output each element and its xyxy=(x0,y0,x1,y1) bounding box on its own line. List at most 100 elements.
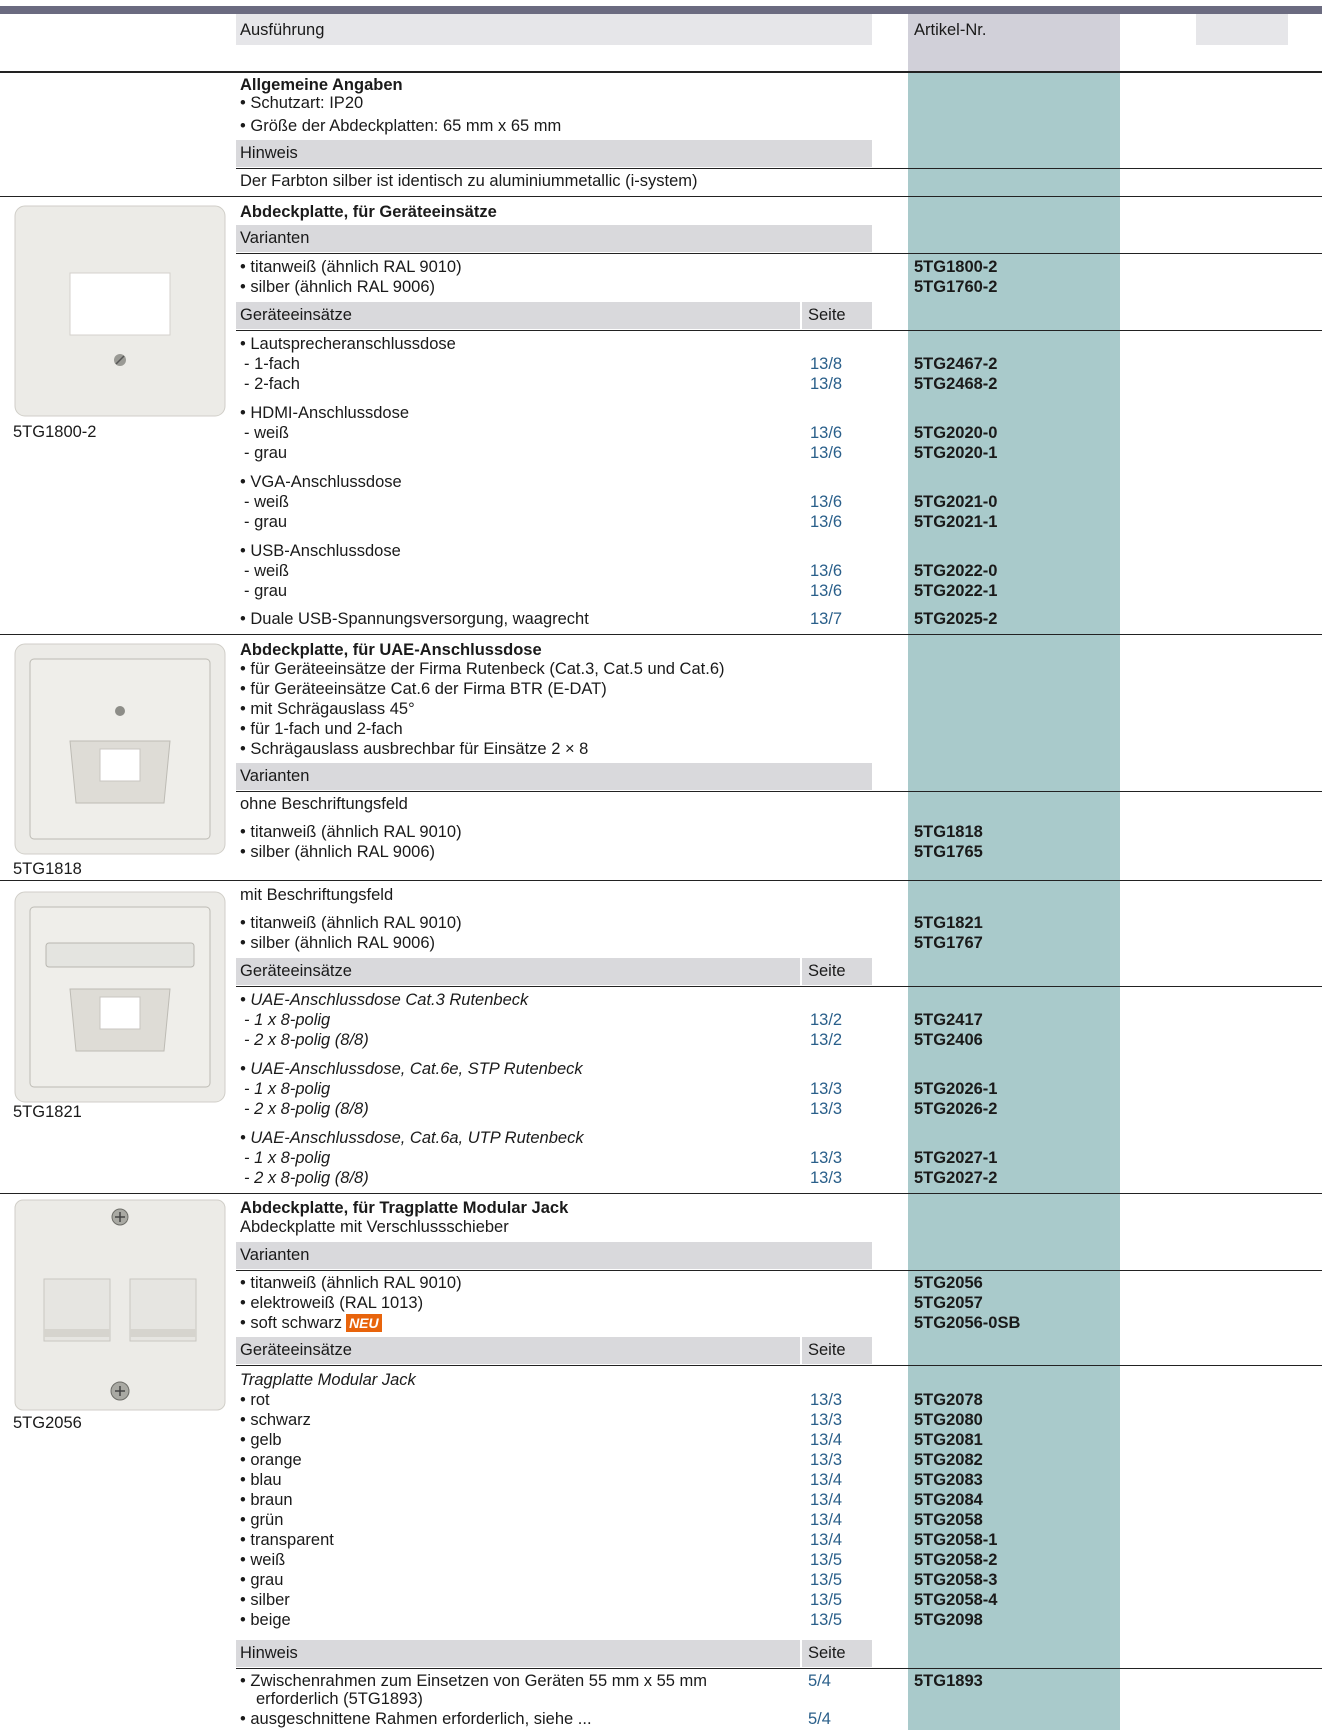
article-number: 5TG2058-4 xyxy=(914,1591,998,1609)
subheading: ohne Beschriftungsfeld xyxy=(240,795,408,813)
cover-plate-image-5TG1800-2 xyxy=(14,205,226,417)
seite-link[interactable]: 13/5 xyxy=(810,1571,842,1590)
article-number: 5TG2022-0 xyxy=(914,562,998,580)
seite-link[interactable]: 13/6 xyxy=(810,424,842,443)
article-number: 5TG2417 xyxy=(914,1011,983,1029)
seite-link[interactable]: 13/3 xyxy=(810,1080,842,1099)
new-badge: NEU xyxy=(346,1314,382,1332)
seite-link[interactable]: 13/8 xyxy=(810,375,842,394)
seite-link[interactable]: 13/3 xyxy=(810,1169,842,1188)
seite-label: Seite xyxy=(808,962,846,980)
variant-text: • soft schwarz xyxy=(240,1314,343,1332)
article-number: 5TG2027-1 xyxy=(914,1149,998,1167)
varianten-label: Varianten xyxy=(240,1246,310,1264)
divider xyxy=(236,253,1322,254)
varianten-label: Varianten xyxy=(240,767,310,785)
seite-link[interactable]: 13/4 xyxy=(810,1511,842,1530)
feature-bullet: • für Geräteeinsätze Cat.6 der Firma BTR… xyxy=(240,680,607,698)
seite-link[interactable]: 13/6 xyxy=(810,513,842,532)
general-bullet: • Größe der Abdeckplatten: 65 mm x 65 mm xyxy=(240,117,562,135)
row-text: • Duale USB-Spannungsversorgung, waagrec… xyxy=(240,610,589,628)
seite-link[interactable]: 13/4 xyxy=(810,1491,842,1510)
seite-link[interactable]: 13/5 xyxy=(810,1591,842,1610)
variant-text: • titanweiß (ähnlich RAL 9010) xyxy=(240,258,462,276)
article-number: 5TG2020-1 xyxy=(914,444,998,462)
seite-link[interactable]: 13/4 xyxy=(810,1471,842,1490)
seite-link[interactable]: 13/5 xyxy=(810,1611,842,1630)
einsaetze-bar: Geräteeinsätze xyxy=(236,302,800,329)
row-text: - weiß xyxy=(244,493,289,511)
group-head: • UAE-Anschlussdose Cat.3 Rutenbeck xyxy=(240,991,529,1009)
seite-link[interactable]: 13/6 xyxy=(810,582,842,601)
varianten-bar: Varianten xyxy=(236,763,872,790)
seite-link[interactable]: 5/4 xyxy=(808,1672,831,1691)
general-hinweis-label: Hinweis xyxy=(240,144,298,162)
varianten-bar: Varianten xyxy=(236,1242,872,1269)
varianten-bar: Varianten xyxy=(236,225,872,252)
variant-text: • silber (ähnlich RAL 9006) xyxy=(240,934,436,952)
divider xyxy=(0,634,1322,635)
article-number: 5TG2081 xyxy=(914,1431,983,1449)
section-subtitle: Abdeckplatte mit Verschlussschieber xyxy=(240,1218,509,1236)
seite-bar: Seite xyxy=(802,958,872,985)
variant-text: • elektroweiß (RAL 1013) xyxy=(240,1294,424,1312)
divider xyxy=(0,1193,1322,1194)
seite-link[interactable]: 13/6 xyxy=(810,444,842,463)
seite-label: Seite xyxy=(808,1644,846,1662)
header-ausfuehrung: Ausführung xyxy=(240,21,325,39)
row-text: • transparent xyxy=(240,1531,334,1549)
divider xyxy=(236,1270,1322,1271)
seite-link[interactable]: 5/4 xyxy=(808,1710,831,1729)
image-label: 5TG1818 xyxy=(13,860,82,878)
seite-link[interactable]: 13/3 xyxy=(810,1100,842,1119)
seite-link[interactable]: 13/3 xyxy=(810,1411,842,1430)
feature-bullet: • mit Schrägauslass 45° xyxy=(240,700,415,718)
seite-link[interactable]: 13/4 xyxy=(810,1531,842,1550)
seite-link[interactable]: 13/7 xyxy=(810,610,842,629)
note-text: erforderlich (5TG1893) xyxy=(256,1690,423,1708)
article-number: 5TG2020-0 xyxy=(914,424,998,442)
seite-bar: Seite xyxy=(802,1640,872,1667)
seite-link[interactable]: 13/5 xyxy=(810,1551,842,1570)
seite-link[interactable]: 13/3 xyxy=(810,1149,842,1168)
uae-plate-label-image-5TG1821 xyxy=(14,891,226,1103)
seite-link[interactable]: 13/3 xyxy=(810,1451,842,1470)
article-number: 5TG1760-2 xyxy=(914,278,998,296)
article-number: 5TG2027-2 xyxy=(914,1169,998,1187)
general-hinweis-bar: Hinweis xyxy=(236,140,872,167)
row-text: • orange xyxy=(240,1451,302,1469)
divider xyxy=(0,196,1322,197)
header-blank-cell xyxy=(1196,14,1288,45)
row-text: - grau xyxy=(244,582,288,600)
divider xyxy=(236,1668,1322,1669)
row-text: • gelb xyxy=(240,1431,282,1449)
seite-link[interactable]: 13/6 xyxy=(810,562,842,581)
article-number: 5TG2467-2 xyxy=(914,355,998,373)
divider xyxy=(236,168,1322,169)
article-number: 5TG2080 xyxy=(914,1411,983,1429)
einsaetze-label: Geräteeinsätze xyxy=(240,1341,352,1359)
seite-link[interactable]: 13/8 xyxy=(810,355,842,374)
hinweis-bar: Hinweis xyxy=(236,1640,800,1667)
seite-link[interactable]: 13/2 xyxy=(810,1031,842,1050)
article-number: 5TG1893 xyxy=(914,1672,983,1690)
seite-label: Seite xyxy=(808,306,846,324)
article-number: 5TG2025-2 xyxy=(914,610,998,628)
group-head: • UAE-Anschlussdose, Cat.6e, STP Rutenbe… xyxy=(240,1060,583,1078)
image-label: 5TG1800-2 xyxy=(13,423,97,441)
seite-bar: Seite xyxy=(802,1337,872,1364)
article-number: 5TG1821 xyxy=(914,914,983,932)
group-head: • VGA-Anschlussdose xyxy=(240,473,402,491)
seite-link[interactable]: 13/4 xyxy=(810,1431,842,1450)
image-label: 5TG1821 xyxy=(13,1103,82,1121)
top-band xyxy=(0,0,1322,14)
row-text: - grau xyxy=(244,513,288,531)
feature-bullet: • für Geräteeinsätze der Firma Rutenbeck… xyxy=(240,660,725,678)
divider xyxy=(236,1365,1322,1366)
article-number: 5TG2056 xyxy=(914,1274,983,1292)
seite-link[interactable]: 13/3 xyxy=(810,1391,842,1410)
seite-link[interactable]: 13/6 xyxy=(810,493,842,512)
seite-link[interactable]: 13/2 xyxy=(810,1011,842,1030)
varianten-label: Varianten xyxy=(240,229,310,247)
general-bullet: • Schutzart: IP20 xyxy=(240,94,364,112)
